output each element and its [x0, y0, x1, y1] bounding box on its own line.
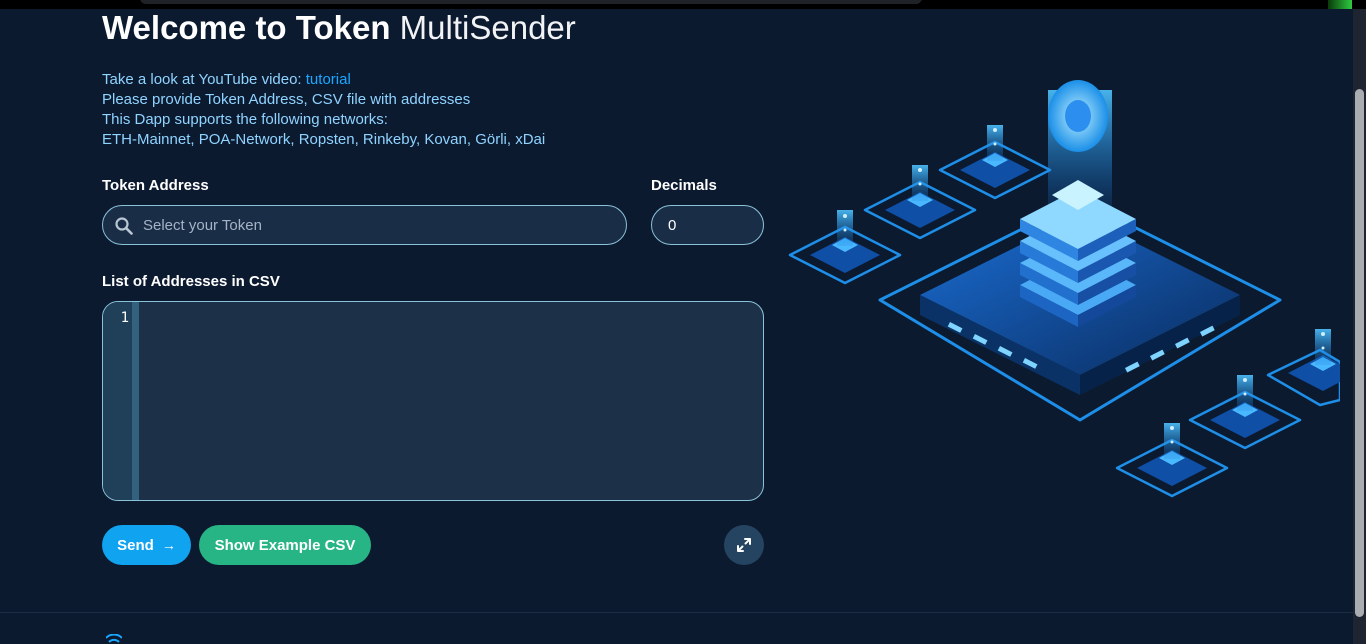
- gutter-bar: [132, 302, 139, 500]
- video-prefix: Take a look at YouTube video:: [102, 71, 306, 88]
- page-title-bold: Welcome to Token: [102, 9, 391, 46]
- browser-tab-strip: [140, 0, 922, 4]
- send-label: Send: [117, 536, 154, 554]
- wifi-icon: [106, 634, 122, 643]
- csv-label: List of Addresses in CSV: [102, 273, 280, 290]
- show-example-csv-button[interactable]: Show Example CSV: [199, 525, 371, 565]
- page-scrollbar[interactable]: [1353, 9, 1366, 644]
- line-number-gutter: 1: [103, 302, 139, 500]
- line-number: 1: [120, 310, 129, 326]
- arrow-right-icon: →: [161, 537, 176, 553]
- decimals-label: Decimals: [651, 177, 717, 194]
- networks-list: ETH-Mainnet, POA-Network, Ropsten, Rinke…: [102, 131, 546, 148]
- browser-status-glow: [1328, 0, 1352, 9]
- video-line: Take a look at YouTube video: tutorial: [102, 70, 545, 90]
- expand-editor-button[interactable]: [724, 525, 764, 565]
- page-title: Welcome to Token MultiSender: [102, 8, 576, 48]
- csv-editor[interactable]: 1: [102, 301, 764, 501]
- token-address-label: Token Address: [102, 177, 209, 194]
- intro-text: Take a look at YouTube video: tutorial P…: [102, 70, 545, 150]
- token-address-field[interactable]: [102, 205, 627, 245]
- send-button[interactable]: Send →: [102, 525, 191, 565]
- decimals-input[interactable]: [668, 206, 753, 244]
- footer-divider: [0, 612, 1353, 613]
- tutorial-link[interactable]: tutorial: [306, 71, 351, 88]
- show-example-label: Show Example CSV: [214, 536, 356, 554]
- token-search-input[interactable]: [143, 206, 613, 244]
- server-network-illustration: [788, 80, 1340, 498]
- instructions-line: Please provide Token Address, CSV file w…: [102, 91, 471, 108]
- search-icon: [115, 217, 133, 235]
- networks-heading: This Dapp supports the following network…: [102, 111, 388, 128]
- expand-icon: [737, 538, 751, 552]
- scrollbar-thumb[interactable]: [1355, 89, 1364, 617]
- page-title-light: MultiSender: [399, 9, 576, 46]
- decimals-field[interactable]: [651, 205, 764, 245]
- csv-text-area[interactable]: [139, 302, 763, 500]
